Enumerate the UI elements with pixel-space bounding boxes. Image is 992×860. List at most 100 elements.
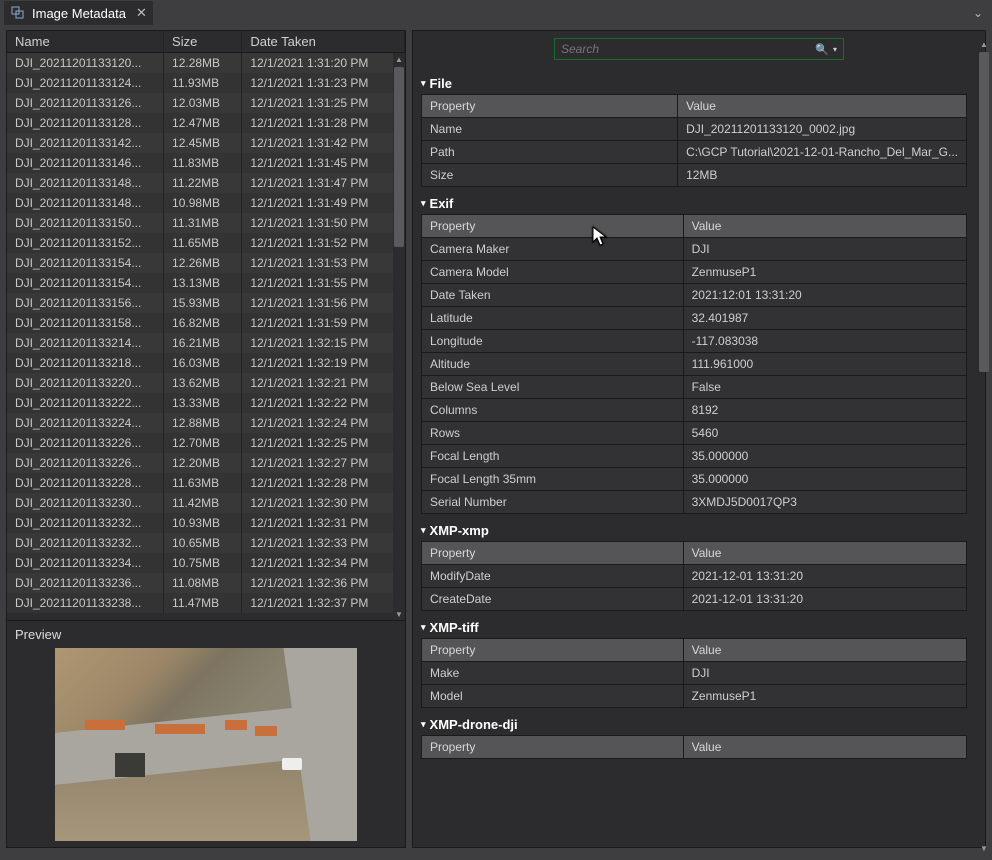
table-row[interactable]: DJI_20211201133226...12.70MB12/1/2021 1:…	[7, 433, 405, 453]
table-row[interactable]: DJI_20211201133230...11.42MB12/1/2021 1:…	[7, 493, 405, 513]
table-row[interactable]: DJI_20211201133220...13.62MB12/1/2021 1:…	[7, 373, 405, 393]
scroll-thumb[interactable]	[394, 67, 404, 247]
col-header[interactable]: Property	[422, 95, 678, 118]
table-row[interactable]: DJI_20211201133124...11.93MB12/1/2021 1:…	[7, 73, 405, 93]
table-row[interactable]: DJI_20211201133120...12.28MB12/1/2021 1:…	[7, 53, 405, 74]
table-row[interactable]: DJI_20211201133226...12.20MB12/1/2021 1:…	[7, 453, 405, 473]
table-row[interactable]: DJI_20211201133128...12.47MB12/1/2021 1:…	[7, 113, 405, 133]
cell-size: 11.47MB	[164, 593, 242, 613]
search-icon[interactable]: 🔍	[815, 43, 829, 56]
cell-size: 16.82MB	[164, 313, 242, 333]
table-row[interactable]: Below Sea LevelFalse	[422, 376, 967, 399]
scroll-down-icon[interactable]: ▼	[393, 608, 405, 620]
col-size[interactable]: Size	[164, 31, 242, 53]
section-header[interactable]: ▾File	[421, 73, 967, 94]
table-row[interactable]: DJI_20211201133154...12.26MB12/1/2021 1:…	[7, 253, 405, 273]
cell: 2021-12-01 13:31:20	[683, 588, 966, 611]
table-row[interactable]: ModelZenmuseP1	[422, 685, 967, 708]
section-xmp-drone-dji: ▾XMP-drone-djiPropertyValue	[421, 714, 967, 759]
table-row[interactable]: Date Taken2021:12:01 13:31:20	[422, 284, 967, 307]
col-header[interactable]: Value	[683, 542, 966, 565]
section-exif: ▾ExifPropertyValueCamera MakerDJICamera …	[421, 193, 967, 514]
section-header[interactable]: ▾XMP-tiff	[421, 617, 967, 638]
table-row[interactable]: Camera ModelZenmuseP1	[422, 261, 967, 284]
table-row[interactable]: Rows5460	[422, 422, 967, 445]
cell-name: DJI_20211201133222...	[7, 393, 164, 413]
table-row[interactable]: PathC:\GCP Tutorial\2021-12-01-Rancho_De…	[422, 141, 967, 164]
cell-name: DJI_20211201133158...	[7, 313, 164, 333]
close-icon[interactable]: ✕	[136, 5, 147, 21]
table-row[interactable]: DJI_20211201133158...16.82MB12/1/2021 1:…	[7, 313, 405, 333]
file-table[interactable]: Name Size Date Taken DJI_20211201133120.…	[7, 31, 405, 613]
table-row[interactable]: DJI_20211201133148...11.22MB12/1/2021 1:…	[7, 173, 405, 193]
col-header[interactable]: Value	[683, 639, 966, 662]
search-dropdown-icon[interactable]: ▾	[833, 45, 837, 54]
col-header[interactable]: Property	[422, 639, 684, 662]
table-row[interactable]: Columns8192	[422, 399, 967, 422]
table-row[interactable]: CreateDate2021-12-01 13:31:20	[422, 588, 967, 611]
section-header[interactable]: ▾XMP-drone-dji	[421, 714, 967, 735]
col-header[interactable]: Property	[422, 736, 684, 759]
table-row[interactable]: DJI_20211201133146...11.83MB12/1/2021 1:…	[7, 153, 405, 173]
col-header[interactable]: Property	[422, 542, 684, 565]
scroll-up-icon[interactable]: ▲	[393, 53, 405, 65]
table-row[interactable]: Focal Length 35mm35.000000	[422, 468, 967, 491]
metadata-scrollbar[interactable]: ▲ ▼	[978, 38, 990, 854]
table-row[interactable]: DJI_20211201133142...12.45MB12/1/2021 1:…	[7, 133, 405, 153]
table-row[interactable]: MakeDJI	[422, 662, 967, 685]
table-row[interactable]: DJI_20211201133148...10.98MB12/1/2021 1:…	[7, 193, 405, 213]
table-row[interactable]: DJI_20211201133232...10.65MB12/1/2021 1:…	[7, 533, 405, 553]
table-row[interactable]: DJI_20211201133150...11.31MB12/1/2021 1:…	[7, 213, 405, 233]
cell-date: 12/1/2021 1:32:27 PM	[242, 453, 405, 473]
table-row[interactable]: DJI_20211201133156...15.93MB12/1/2021 1:…	[7, 293, 405, 313]
file-table-scrollbar[interactable]: ▲ ▼	[393, 53, 405, 620]
table-row[interactable]: DJI_20211201133152...11.65MB12/1/2021 1:…	[7, 233, 405, 253]
section-xmp-xmp: ▾XMP-xmpPropertyValueModifyDate2021-12-0…	[421, 520, 967, 611]
col-name[interactable]: Name	[7, 31, 164, 53]
table-row[interactable]: Focal Length35.000000	[422, 445, 967, 468]
col-header[interactable]: Value	[683, 215, 966, 238]
section-header[interactable]: ▾Exif	[421, 193, 967, 214]
table-row[interactable]: DJI_20211201133218...16.03MB12/1/2021 1:…	[7, 353, 405, 373]
table-row[interactable]: DJI_20211201133154...13.13MB12/1/2021 1:…	[7, 273, 405, 293]
cell: Model	[422, 685, 684, 708]
table-row[interactable]: DJI_20211201133238...11.47MB12/1/2021 1:…	[7, 593, 405, 613]
preview-panel: Preview	[7, 621, 405, 847]
col-header[interactable]: Value	[678, 95, 967, 118]
section-header[interactable]: ▾XMP-xmp	[421, 520, 967, 541]
scroll-up-icon[interactable]: ▲	[978, 38, 990, 50]
panel-chevron-icon[interactable]: ⌄	[968, 6, 988, 20]
scroll-down-icon[interactable]: ▼	[978, 842, 990, 854]
table-row[interactable]: DJI_20211201133228...11.63MB12/1/2021 1:…	[7, 473, 405, 493]
table-row[interactable]: Latitude32.401987	[422, 307, 967, 330]
table-row[interactable]: NameDJI_20211201133120_0002.jpg	[422, 118, 967, 141]
table-row[interactable]: DJI_20211201133214...16.21MB12/1/2021 1:…	[7, 333, 405, 353]
cell-size: 13.33MB	[164, 393, 242, 413]
table-row[interactable]: DJI_20211201133222...13.33MB12/1/2021 1:…	[7, 393, 405, 413]
col-header[interactable]: Property	[422, 215, 684, 238]
table-row[interactable]: Longitude-117.083038	[422, 330, 967, 353]
table-row[interactable]: ModifyDate2021-12-01 13:31:20	[422, 565, 967, 588]
cell-size: 12.03MB	[164, 93, 242, 113]
cell: DJI_20211201133120_0002.jpg	[678, 118, 967, 141]
cell-name: DJI_20211201133228...	[7, 473, 164, 493]
col-date[interactable]: Date Taken	[242, 31, 405, 53]
col-header[interactable]: Value	[683, 736, 966, 759]
table-row[interactable]: DJI_20211201133126...12.03MB12/1/2021 1:…	[7, 93, 405, 113]
search-box[interactable]: 🔍 ▾	[554, 38, 844, 60]
table-row[interactable]: Camera MakerDJI	[422, 238, 967, 261]
cell-date: 12/1/2021 1:32:34 PM	[242, 553, 405, 573]
table-row[interactable]: DJI_20211201133234...10.75MB12/1/2021 1:…	[7, 553, 405, 573]
table-row[interactable]: Altitude111.961000	[422, 353, 967, 376]
file-table-header-row[interactable]: Name Size Date Taken	[7, 31, 405, 53]
cell: DJI	[683, 238, 966, 261]
tab-image-metadata[interactable]: Image Metadata ✕	[4, 1, 153, 25]
scroll-thumb[interactable]	[979, 52, 989, 372]
search-input[interactable]	[561, 42, 815, 56]
table-row[interactable]: DJI_20211201133232...10.93MB12/1/2021 1:…	[7, 513, 405, 533]
table-row[interactable]: Serial Number3XMDJ5D0017QP3	[422, 491, 967, 514]
table-row[interactable]: Size12MB	[422, 164, 967, 187]
cell-name: DJI_20211201133226...	[7, 433, 164, 453]
table-row[interactable]: DJI_20211201133224...12.88MB12/1/2021 1:…	[7, 413, 405, 433]
table-row[interactable]: DJI_20211201133236...11.08MB12/1/2021 1:…	[7, 573, 405, 593]
